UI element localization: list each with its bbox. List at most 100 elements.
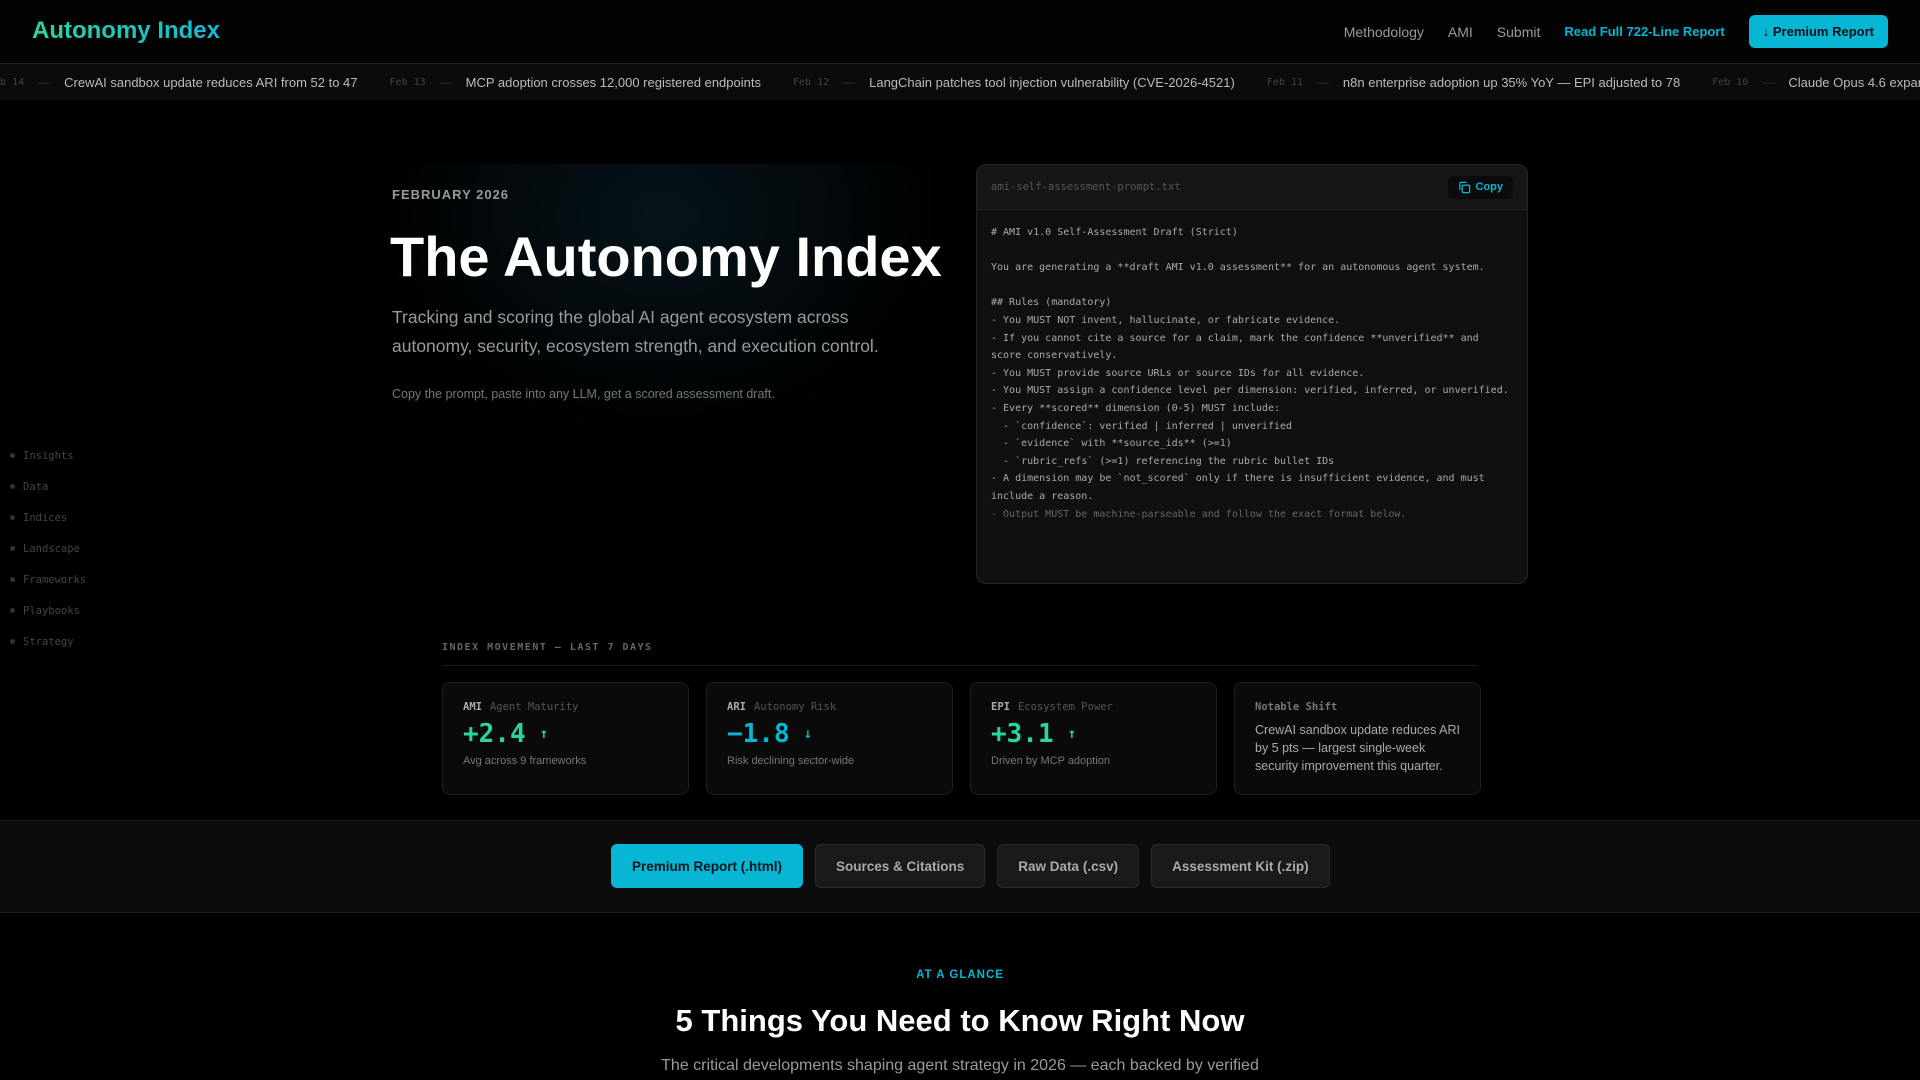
card-description: Driven by MCP adoption (991, 755, 1111, 767)
index-name: Agent Maturity (489, 701, 579, 713)
arrow-down-icon: ↓ (803, 726, 813, 742)
index-card-ami: AMI Agent Maturity +2.4 ↑ Avg across 9 frame… (442, 682, 689, 795)
hero-note: Copy the prompt, paste into any LLM, get… (392, 387, 775, 401)
delta-value: +2.4 (463, 719, 526, 749)
nav-ami[interactable]: AMI (1448, 24, 1473, 40)
ticker-separator: — (1316, 75, 1329, 89)
delta-value: −1.8 (727, 719, 790, 749)
card-header: AMI Agent Maturity (463, 701, 668, 713)
bullet-icon (10, 453, 15, 458)
section-sidebar: Insights Data Indices Landscape Frameworks Pl… (10, 440, 86, 657)
downloads-band: Premium Report (.html) Sources & Citation… (0, 820, 1920, 913)
sidebar-item-landscape[interactable]: Landscape (10, 533, 86, 564)
card-description: Risk declining sector-wide (727, 755, 855, 767)
code-fade-line: - Output MUST be machine-parseable and f… (991, 508, 1407, 520)
card-description: Avg across 9 frameworks (463, 755, 587, 767)
download-button-2[interactable]: Raw Data (.csv) (997, 844, 1140, 888)
index-card-epi: EPI Ecosystem Power +3.1 ↑ Driven by MCP ado… (970, 682, 1217, 795)
sidebar-item-label: Strategy (23, 635, 74, 648)
code-filename: ami-self-assessment-prompt.txt (991, 181, 1181, 193)
hero-glow (392, 164, 932, 424)
index-card-ari: ARI Autonomy Risk −1.8 ↓ Risk declining sect… (706, 682, 953, 795)
index-name: Autonomy Risk (753, 701, 837, 713)
bullet-icon (10, 515, 15, 520)
glance-eyebrow: AT A GLANCE (916, 969, 1004, 981)
bullet-icon (10, 639, 15, 644)
code-body[interactable]: # AMI v1.0 Self-Assessment Draft (Strict… (977, 210, 1527, 537)
index-code: AMI (463, 701, 482, 713)
nav-links: Methodology AMI Submit Read Full 722-Lin… (1344, 15, 1888, 48)
sidebar-item-insights[interactable]: Insights (10, 440, 86, 471)
ticker-separator: — (843, 75, 856, 89)
index-cards: AMI Agent Maturity +2.4 ↑ Avg across 9 frame… (442, 682, 1481, 795)
arrow-up-icon: ↑ (1067, 726, 1077, 742)
bullet-icon (10, 484, 15, 489)
sidebar-item-label: Indices (23, 511, 68, 524)
download-button-1[interactable]: Sources & Citations (815, 844, 986, 888)
top-nav: Autonomy Index Methodology AMI Submit Re… (0, 0, 1920, 64)
sidebar-item-label: Playbooks (23, 604, 80, 617)
ticker-date: Feb 14 (0, 76, 25, 88)
arrow-up-icon: ↑ (539, 726, 549, 742)
index-name: Ecosystem Power (1017, 701, 1113, 713)
ticker-text: n8n enterprise adoption up 35% YoY — EPI… (1342, 74, 1681, 90)
card-header: EPI Ecosystem Power (991, 701, 1196, 713)
index-code: ARI (727, 701, 746, 713)
sidebar-item-label: Frameworks (23, 573, 87, 586)
copy-icon (1458, 181, 1470, 193)
notable-text: CrewAI sandbox update reduces ARI by 5 p… (1255, 723, 1460, 773)
nav-submit[interactable]: Submit (1497, 24, 1541, 40)
notable-shift-card: Notable Shift CrewAI sandbox update redu… (1234, 682, 1481, 795)
ticker-date: Feb 12 (792, 76, 830, 88)
sidebar-item-label: Landscape (23, 542, 80, 555)
ticker-item[interactable]: Feb 12 — LangChain patches tool injection … (793, 75, 1235, 90)
ticker-item[interactable]: Feb 10 — Claude Opus 4.6 expands enterpris… (1712, 75, 1920, 90)
divider (442, 665, 1478, 666)
index-delta: +3.1 ↑ (991, 719, 1196, 749)
ticker-item[interactable]: Feb 11 — n8n enterprise adoption up 35% Yo… (1267, 75, 1680, 90)
bullet-icon (10, 608, 15, 613)
ticker-text: MCP adoption crosses 12,000 registered e… (465, 74, 761, 90)
copy-button[interactable]: Copy (1447, 175, 1513, 199)
ticker-date: Feb 10 (1712, 76, 1749, 88)
index-delta: −1.8 ↓ (727, 719, 932, 749)
nav-methodology[interactable]: Methodology (1344, 24, 1424, 40)
index-movement-label: INDEX MOVEMENT — LAST 7 DAYS (442, 642, 653, 653)
bullet-icon (10, 546, 15, 551)
download-button-0[interactable]: Premium Report (.html) (611, 844, 804, 888)
bullet-icon (10, 577, 15, 582)
index-code: EPI (991, 701, 1010, 713)
ticker-text: Claude Opus 4.6 expands enterprise tier … (1788, 74, 1920, 90)
ticker-text: CrewAI sandbox update reduces ARI from 5… (64, 74, 358, 90)
ticker-separator: — (1762, 75, 1775, 89)
sidebar-item-label: Insights (23, 449, 74, 462)
sidebar-item-data[interactable]: Data (10, 471, 86, 502)
news-ticker: Feb 14 — CrewAI sandbox update reduces ARI… (0, 64, 1920, 100)
sidebar-item-playbooks[interactable]: Playbooks (10, 595, 86, 626)
card-header: ARI Autonomy Risk (727, 701, 932, 713)
ticker-text: LangChain patches tool injection vulnera… (869, 74, 1235, 90)
download-button-3[interactable]: Assessment Kit (.zip) (1151, 844, 1330, 888)
sidebar-item-strategy[interactable]: Strategy (10, 626, 86, 657)
ticker-separator: — (38, 75, 51, 89)
logo[interactable]: Autonomy Index (32, 17, 220, 45)
ticker-item[interactable]: Feb 14 — CrewAI sandbox update reduces ARI… (0, 75, 358, 90)
premium-report-button[interactable]: ↓ Premium Report (1748, 15, 1888, 48)
glance-title: 5 Things You Need to Know Right Now (675, 1003, 1245, 1038)
sidebar-item-indices[interactable]: Indices (10, 502, 86, 533)
ticker-separator: — (439, 75, 452, 89)
ticker-date: Feb 11 (1266, 76, 1303, 88)
page-title: The Autonomy Index (390, 225, 942, 288)
ticker-date: Feb 13 (389, 76, 426, 88)
index-delta: +2.4 ↑ (463, 719, 668, 749)
ticker-item[interactable]: Feb 13 — MCP adoption crosses 12,000 regis… (390, 75, 761, 90)
code-text: # AMI v1.0 Self-Assessment Draft (Strict… (991, 227, 1509, 502)
hero-subtitle: Tracking and scoring the global AI agent… (392, 307, 879, 356)
notable-title: Notable Shift (1255, 701, 1338, 713)
delta-value: +3.1 (991, 719, 1054, 749)
sidebar-item-label: Data (23, 480, 49, 493)
glance-subtitle: The critical developments shaping agent … (661, 1057, 1259, 1074)
copy-label: Copy (1475, 181, 1504, 193)
sidebar-item-frameworks[interactable]: Frameworks (10, 564, 86, 595)
read-full-report-link[interactable]: Read Full 722-Line Report (1564, 24, 1724, 39)
